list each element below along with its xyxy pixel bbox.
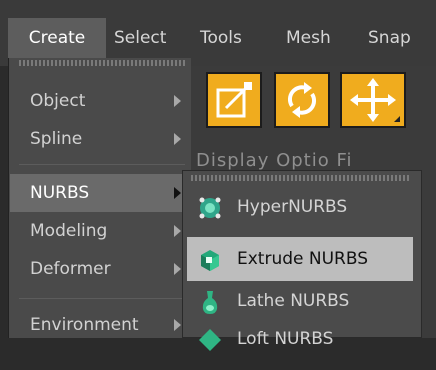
move-icon [350,78,400,122]
menu-item-label: Object [30,91,86,111]
submenu-arrow-icon [174,95,181,107]
tear-off-handle[interactable] [191,175,411,181]
submenu-item-label: Loft NURBS [237,329,334,349]
submenu-arrow-icon [174,319,181,331]
move-tool-button[interactable] [340,72,406,128]
scale-tool-button[interactable] [206,72,262,128]
menu-item-object[interactable]: Object [10,82,191,120]
menu-item-label: NURBS [30,183,90,203]
menu-mesh[interactable]: Mesh [286,18,331,58]
menu-item-label: Spline [30,129,83,149]
menu-item-label: Modeling [30,221,108,241]
menu-create[interactable]: Create [8,18,106,58]
submenu-arrow-icon [174,187,181,199]
menu-select[interactable]: Select [114,18,166,58]
menu-separator [19,164,185,165]
submenu-item-label: Lathe NURBS [237,291,350,311]
menu-item-deformer[interactable]: Deformer [10,250,191,288]
menubar: Create Select Tools Mesh Snap [0,0,436,66]
submenu-arrow-icon [174,263,181,275]
menu-item-environment[interactable]: Environment [10,306,191,344]
menu-item-label: Deformer [30,259,111,279]
scale-icon [216,82,252,118]
menu-snap[interactable]: Snap [368,18,411,58]
submenu-arrow-icon [174,133,181,145]
submenu-item-label: Extrude NURBS [237,249,369,269]
menu-item-label: Environment [30,315,139,335]
menu-item-modeling[interactable]: Modeling [10,212,191,250]
background-tabs-peek: Display Optio Fi [196,150,353,171]
menu-tools[interactable]: Tools [200,18,242,58]
loft-nurbs-icon [197,326,223,352]
hypernurbs-icon [197,194,223,220]
lathe-nurbs-icon [197,288,223,314]
nurbs-submenu: HyperNURBS Extrude NURBS Lathe NURBS Lof… [182,170,422,351]
submenu-item-extrude-nurbs[interactable]: Extrude NURBS [187,237,413,281]
rotate-icon [288,82,316,118]
submenu-item-label: HyperNURBS [237,197,348,217]
tear-off-handle[interactable] [19,60,185,66]
menu-item-nurbs[interactable]: NURBS [10,174,191,212]
create-dropdown-menu: Object Spline NURBS Modeling Deformer En… [8,58,191,338]
submenu-item-hypernurbs[interactable]: HyperNURBS [187,185,413,229]
extrude-nurbs-icon [197,246,223,272]
menu-separator [19,298,185,299]
submenu-item-loft-nurbs[interactable]: Loft NURBS [187,317,413,361]
menu-item-spline[interactable]: Spline [10,120,191,158]
rotate-tool-button[interactable] [274,72,330,128]
submenu-arrow-icon [174,225,181,237]
